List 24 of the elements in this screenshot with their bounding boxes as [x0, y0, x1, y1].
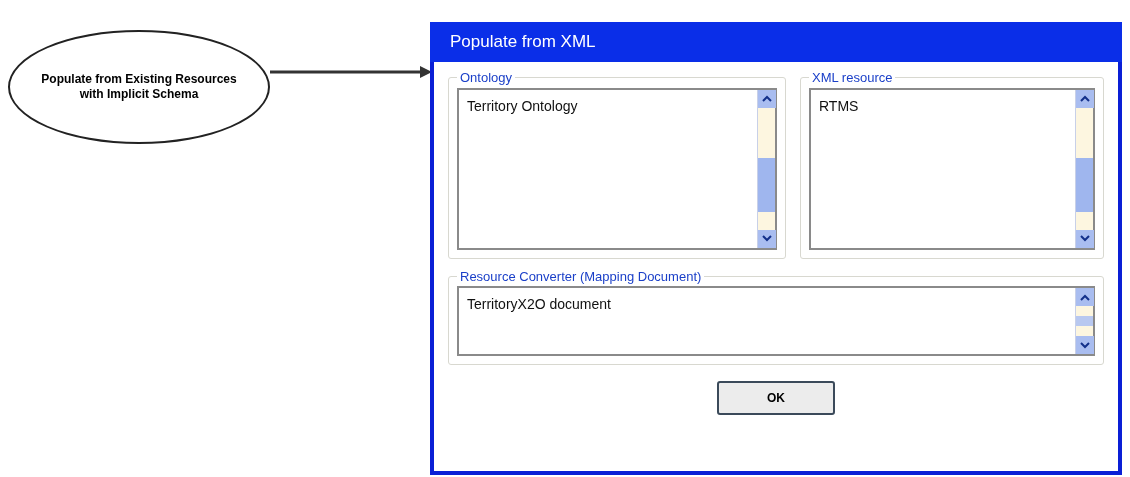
node-label: Populate from Existing Resources with Implicit Schema: [40, 72, 238, 102]
scrollbar[interactable]: [757, 89, 775, 248]
list-item[interactable]: TerritoryX2O document: [467, 294, 1067, 315]
group-label: Resource Converter (Mapping Document): [459, 267, 703, 286]
group-label: XML resource: [811, 69, 894, 87]
ok-button[interactable]: OK: [717, 381, 835, 415]
scroll-thumb[interactable]: [758, 157, 775, 212]
list-item[interactable]: Territory Ontology: [467, 95, 749, 117]
scroll-up-button[interactable]: [1076, 89, 1094, 108]
scroll-thumb[interactable]: [1076, 157, 1093, 212]
scrollbar[interactable]: [1075, 288, 1093, 354]
list-box[interactable]: RTMS: [809, 87, 1095, 250]
window-title: Populate from XML: [450, 31, 596, 54]
scrollbar[interactable]: [1075, 89, 1093, 248]
scroll-down-button[interactable]: [1076, 229, 1094, 248]
list-box[interactable]: Territory Ontology: [457, 87, 777, 250]
group-label: Ontology: [459, 69, 514, 87]
list-box[interactable]: TerritoryX2O document: [457, 286, 1095, 356]
scroll-down-button[interactable]: [1076, 336, 1094, 354]
scroll-up-button[interactable]: [1076, 288, 1094, 306]
scroll-thumb[interactable]: [1076, 316, 1093, 326]
list-item[interactable]: RTMS: [819, 95, 1067, 117]
scroll-up-button[interactable]: [758, 89, 776, 108]
scroll-down-button[interactable]: [758, 229, 776, 248]
